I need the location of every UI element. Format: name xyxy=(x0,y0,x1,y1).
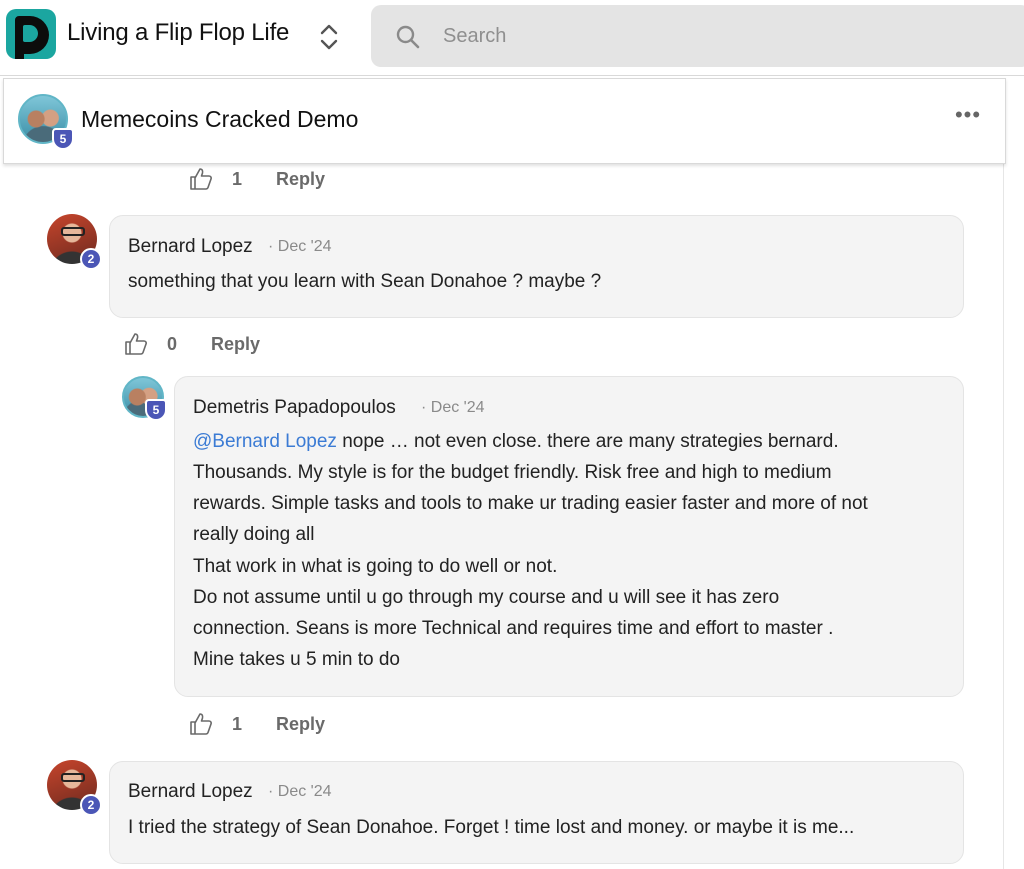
search-input[interactable] xyxy=(443,19,1003,53)
comment-date: · Dec '24 xyxy=(268,238,332,255)
like-count: 1 xyxy=(232,169,243,189)
reply-button[interactable]: Reply xyxy=(276,714,325,735)
level-badge: 5 xyxy=(145,399,167,421)
comment-text-line1: nope … not even close. there are many st… xyxy=(336,431,839,452)
chevron-up-down-icon[interactable] xyxy=(316,20,342,54)
group-logo[interactable] xyxy=(6,9,56,59)
comment-author[interactable]: Bernard Lopez xyxy=(128,781,253,803)
comment-author[interactable]: Demetris Papadopoulos xyxy=(193,397,396,419)
like-count: 0 xyxy=(167,334,178,354)
group-name[interactable]: Living a Flip Flop Life xyxy=(67,19,289,47)
thumbs-up-icon[interactable] xyxy=(188,711,214,737)
comment-date: · Dec '24 xyxy=(421,399,485,416)
reply-button[interactable]: Reply xyxy=(276,169,325,190)
thumbs-up-icon[interactable] xyxy=(123,331,149,357)
reply-button[interactable]: Reply xyxy=(211,334,260,355)
top-bar: Living a Flip Flop Life xyxy=(0,0,1024,76)
level-badge: 5 xyxy=(52,128,74,150)
comment-text: I tried the strategy of Sean Donahoe. Fo… xyxy=(128,817,855,838)
level-badge: 2 xyxy=(80,794,102,816)
search-bar[interactable] xyxy=(371,5,1024,67)
like-count: 1 xyxy=(232,714,243,734)
search-icon xyxy=(396,25,420,49)
comment-text: something that you learn with Sean Donah… xyxy=(128,271,602,292)
level-badge: 2 xyxy=(80,248,102,270)
mention-link[interactable]: @Bernard Lopez xyxy=(193,431,337,452)
comment-text-body: Thousands. My style is for the budget fr… xyxy=(193,462,868,671)
post-header: 5 Memecoins Cracked Demo ••• xyxy=(3,78,1006,164)
more-options-button[interactable]: ••• xyxy=(950,104,986,133)
comment-text: @Bernard Lopez nope … not even close. th… xyxy=(193,426,953,457)
post-title: Memecoins Cracked Demo xyxy=(81,106,359,132)
comment-date: · Dec '24 xyxy=(268,783,332,800)
comment-author[interactable]: Bernard Lopez xyxy=(128,236,253,258)
comments-area: 1 Reply 2 Bernard Lopez · Dec '24 someth… xyxy=(0,164,1004,869)
thumbs-up-icon[interactable] xyxy=(188,166,214,192)
